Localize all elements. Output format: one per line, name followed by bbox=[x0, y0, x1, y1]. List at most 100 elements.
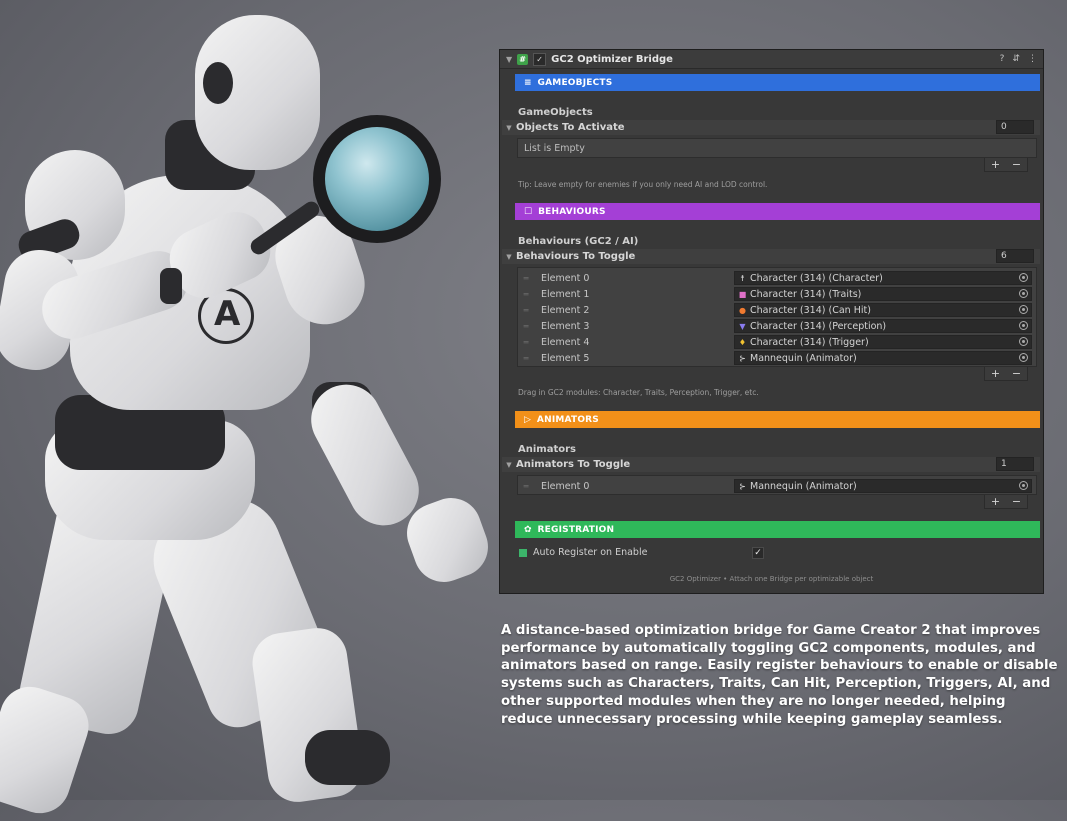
behaviours-heading: Behaviours (GC2 / AI) bbox=[518, 236, 639, 247]
status-indicator-icon bbox=[519, 548, 527, 557]
component-header[interactable]: ▼ # ✓ GC2 Optimizer Bridge ? ⇵ ⋮ bbox=[500, 50, 1043, 69]
objects-list-controls: + − bbox=[984, 158, 1028, 172]
object-field-value: Mannequin (Animator) bbox=[750, 352, 857, 364]
element-label: Element 0 bbox=[541, 272, 590, 284]
section-animators: ▷ ANIMATORS bbox=[515, 411, 1040, 428]
remove-element-button[interactable]: − bbox=[1012, 495, 1021, 508]
foldout-arrow-icon[interactable]: ▼ bbox=[502, 253, 516, 261]
object-picker-icon[interactable] bbox=[1019, 321, 1028, 330]
perception-icon: ▼ bbox=[739, 321, 746, 331]
drag-handle-icon[interactable]: ═ bbox=[520, 290, 532, 299]
animators-heading: Animators bbox=[518, 444, 576, 455]
can-hit-icon: ● bbox=[739, 305, 746, 315]
drag-handle-icon[interactable]: ═ bbox=[520, 338, 532, 347]
animators-to-toggle-foldout[interactable]: ▼ Animators To Toggle 1 bbox=[502, 457, 1040, 472]
add-element-button[interactable]: + bbox=[991, 367, 1000, 380]
foldout-arrow-icon[interactable]: ▼ bbox=[502, 124, 516, 132]
behaviours-list: ═ Element 0 ☨ Character (314) (Character) ═ E… bbox=[517, 267, 1037, 367]
animators-list: ═ Element 0 ⊱ Mannequin (Animator) bbox=[517, 475, 1037, 495]
element-label: Element 1 bbox=[541, 288, 590, 300]
component-title: GC2 Optimizer Bridge bbox=[551, 53, 673, 65]
object-field[interactable]: ☨ Character (314) (Character) bbox=[734, 271, 1032, 285]
remove-element-button[interactable]: − bbox=[1012, 367, 1021, 380]
element-label: Element 0 bbox=[541, 480, 590, 492]
object-picker-icon[interactable] bbox=[1019, 289, 1028, 298]
square-icon: ☐ bbox=[524, 206, 533, 217]
object-picker-icon[interactable] bbox=[1019, 481, 1028, 490]
list-item: ═ Element 1 ■ Character (314) (Traits) bbox=[518, 286, 1036, 302]
list-item: ═ Element 0 ⊱ Mannequin (Animator) bbox=[518, 478, 1036, 494]
list-item: ═ Element 3 ▼ Character (314) (Perception) bbox=[518, 318, 1036, 334]
auto-register-label: Auto Register on Enable bbox=[533, 547, 648, 558]
list-item: ═ Element 2 ● Character (314) (Can Hit) bbox=[518, 302, 1036, 318]
inspector-component-panel: ▼ # ✓ GC2 Optimizer Bridge ? ⇵ ⋮ ≡ GAMEO… bbox=[499, 49, 1044, 594]
robot-illustration: A bbox=[0, 0, 500, 821]
element-label: Element 3 bbox=[541, 320, 590, 332]
foldout-arrow-icon[interactable]: ▼ bbox=[506, 55, 512, 64]
objects-list: List is Empty bbox=[517, 138, 1037, 158]
foldout-arrow-icon[interactable]: ▼ bbox=[502, 461, 516, 469]
element-label: Element 2 bbox=[541, 304, 590, 316]
drag-handle-icon[interactable]: ═ bbox=[520, 274, 532, 283]
object-field[interactable]: ● Character (314) (Can Hit) bbox=[734, 303, 1032, 317]
object-picker-icon[interactable] bbox=[1019, 353, 1028, 362]
play-icon: ▷ bbox=[524, 414, 531, 425]
object-picker-icon[interactable] bbox=[1019, 337, 1028, 346]
list-empty-text: List is Empty bbox=[524, 143, 585, 154]
behaviours-count-field[interactable]: 6 bbox=[996, 249, 1034, 263]
add-element-button[interactable]: + bbox=[991, 495, 1000, 508]
auto-register-row: Auto Register on Enable bbox=[519, 547, 647, 558]
section-gameobjects: ≡ GAMEOBJECTS bbox=[515, 74, 1040, 91]
object-field-value: Character (314) (Can Hit) bbox=[750, 304, 871, 316]
preset-icon[interactable]: ⇵ bbox=[1012, 54, 1020, 64]
drag-handle-icon[interactable]: ═ bbox=[520, 322, 532, 331]
help-icon[interactable]: ? bbox=[1000, 54, 1005, 64]
more-icon[interactable]: ⋮ bbox=[1028, 54, 1037, 64]
object-field-value: Character (314) (Trigger) bbox=[750, 336, 869, 348]
remove-element-button[interactable]: − bbox=[1012, 158, 1021, 171]
object-field[interactable]: ⊱ Mannequin (Animator) bbox=[734, 479, 1032, 493]
object-field-value: Mannequin (Animator) bbox=[750, 480, 857, 492]
drag-handle-icon[interactable]: ═ bbox=[520, 482, 532, 491]
animators-list-controls: + − bbox=[984, 495, 1028, 509]
trigger-icon: ♦ bbox=[738, 337, 747, 347]
object-field[interactable]: ■ Character (314) (Traits) bbox=[734, 287, 1032, 301]
description-text: A distance-based optimization bridge for… bbox=[501, 623, 1058, 727]
object-field-value: Character (314) (Perception) bbox=[750, 320, 887, 332]
list-item: ═ Element 4 ♦ Character (314) (Trigger) bbox=[518, 334, 1036, 350]
list-item: ═ Element 5 ⊱ Mannequin (Animator) bbox=[518, 350, 1036, 366]
element-label: Element 4 bbox=[541, 336, 590, 348]
script-icon: # bbox=[517, 53, 529, 65]
traits-icon: ■ bbox=[738, 289, 747, 299]
gameobjects-tip: Tip: Leave empty for enemies if you only… bbox=[518, 180, 768, 189]
objects-to-activate-foldout[interactable]: ▼ Objects To Activate 0 bbox=[502, 120, 1040, 135]
behaviours-to-toggle-foldout[interactable]: ▼ Behaviours To Toggle 6 bbox=[502, 249, 1040, 264]
object-field[interactable]: ⊱ Mannequin (Animator) bbox=[734, 351, 1032, 365]
section-registration: ✿ REGISTRATION bbox=[515, 521, 1040, 538]
gear-icon: ✿ bbox=[524, 524, 532, 535]
element-label: Element 5 bbox=[541, 352, 590, 364]
object-field-value: Character (314) (Traits) bbox=[750, 288, 862, 300]
list-item: ═ Element 0 ☨ Character (314) (Character) bbox=[518, 270, 1036, 286]
object-field[interactable]: ♦ Character (314) (Trigger) bbox=[734, 335, 1032, 349]
gameobjects-heading: GameObjects bbox=[518, 107, 593, 118]
objects-count-field[interactable]: 0 bbox=[996, 120, 1034, 134]
footer-text: GC2 Optimizer • Attach one Bridge per op… bbox=[669, 575, 874, 583]
behaviours-to-toggle-label: Behaviours To Toggle bbox=[516, 251, 636, 262]
object-field[interactable]: ▼ Character (314) (Perception) bbox=[734, 319, 1032, 333]
behaviours-tip: Drag in GC2 modules: Character, Traits, … bbox=[518, 388, 759, 397]
animators-to-toggle-label: Animators To Toggle bbox=[516, 459, 631, 470]
drag-handle-icon[interactable]: ═ bbox=[520, 306, 532, 315]
component-enabled-checkbox[interactable]: ✓ bbox=[533, 52, 547, 66]
behaviours-list-controls: + − bbox=[984, 367, 1028, 381]
object-picker-icon[interactable] bbox=[1019, 305, 1028, 314]
objects-to-activate-label: Objects To Activate bbox=[516, 122, 625, 133]
object-picker-icon[interactable] bbox=[1019, 273, 1028, 282]
character-icon: ☨ bbox=[740, 273, 745, 283]
add-element-button[interactable]: + bbox=[991, 158, 1000, 171]
auto-register-checkbox[interactable]: ✓ bbox=[752, 547, 764, 559]
drag-handle-icon[interactable]: ═ bbox=[520, 354, 532, 363]
animator-icon: ⊱ bbox=[739, 481, 746, 491]
animator-icon: ⊱ bbox=[739, 353, 746, 363]
animators-count-field[interactable]: 1 bbox=[996, 457, 1034, 471]
